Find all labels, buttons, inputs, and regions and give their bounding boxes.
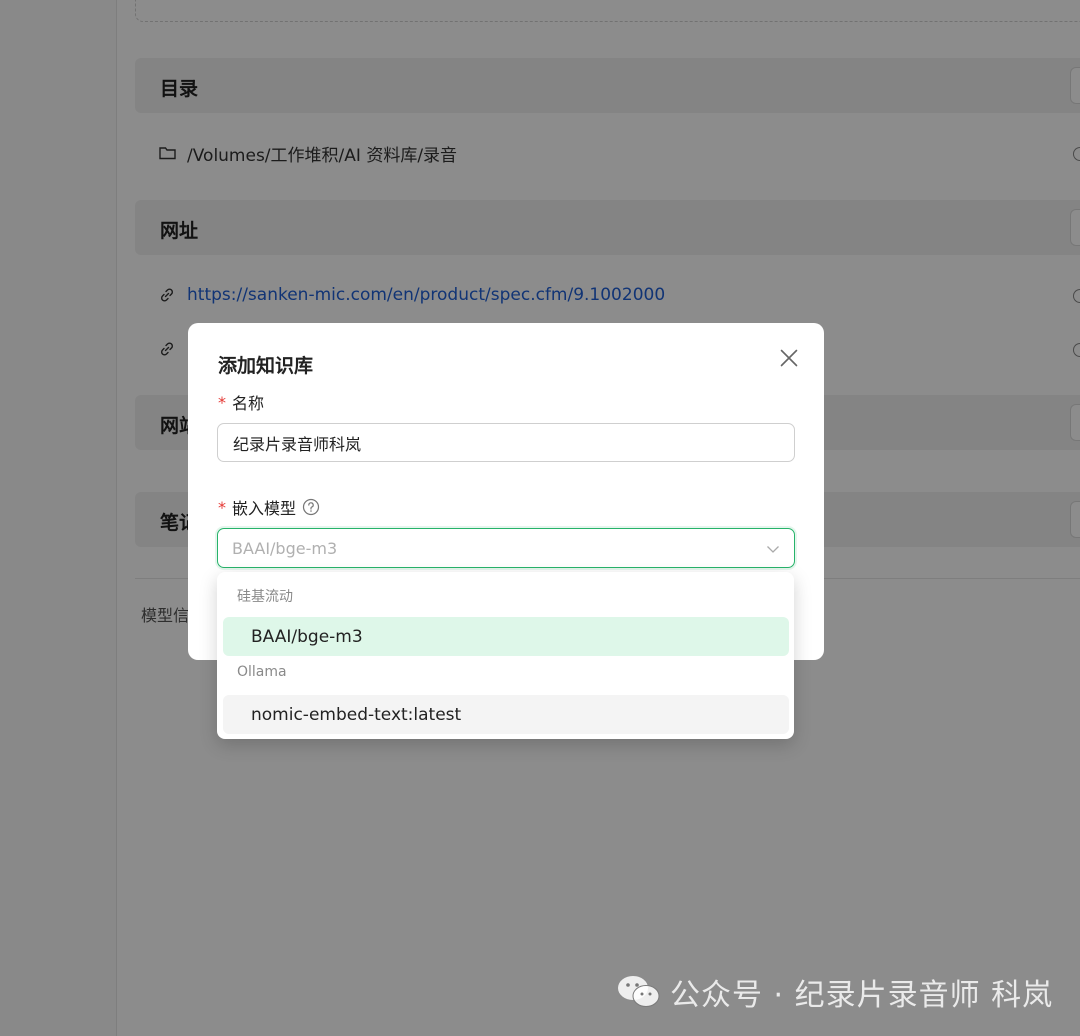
embed-model-placeholder: BAAI/bge-m3 (232, 538, 338, 558)
required-mark: * (218, 392, 226, 412)
embed-model-label-text: 嵌入模型 (232, 499, 297, 518)
modal-title: 添加知识库 (218, 355, 314, 377)
option-label: nomic-embed-text:latest (251, 704, 462, 725)
group-label-siliconflow: 硅基流动 (237, 589, 293, 605)
embed-model-select[interactable]: BAAI/bge-m3 (217, 528, 795, 568)
required-mark: * (218, 497, 226, 517)
name-input[interactable]: 纪录片录音师科岚 (217, 423, 795, 462)
name-input-value: 纪录片录音师科岚 (233, 434, 362, 454)
watermark-text: 公众号 · 纪录片录音师 科岚 (670, 978, 1054, 1013)
watermark: 公众号 · 纪录片录音师 科岚 (616, 972, 1054, 1013)
close-button[interactable] (776, 345, 802, 371)
close-icon (780, 349, 798, 367)
embed-model-dropdown: 硅基流动 BAAI/bge-m3 Ollama nomic-embed-text… (217, 572, 794, 739)
group-label-ollama: Ollama (237, 664, 287, 680)
option-bge-m3[interactable]: BAAI/bge-m3 (223, 617, 789, 656)
name-field-label: * 名称 (218, 390, 264, 414)
help-icon[interactable] (302, 498, 320, 516)
embed-model-field-label: * 嵌入模型 (218, 495, 320, 519)
wechat-icon (616, 974, 662, 1010)
chevron-down-icon (766, 541, 780, 560)
name-label-text: 名称 (232, 394, 265, 413)
option-nomic-embed-text[interactable]: nomic-embed-text:latest (223, 695, 789, 734)
option-label: BAAI/bge-m3 (251, 626, 363, 647)
